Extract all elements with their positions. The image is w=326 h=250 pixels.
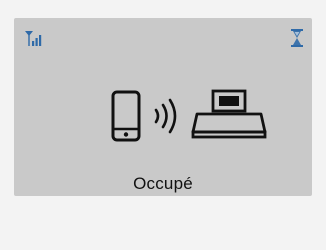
connection-graphic <box>14 86 312 166</box>
hourglass-icon <box>291 29 303 47</box>
photo-printer-icon <box>191 89 267 139</box>
wireless-waves-icon <box>154 98 177 134</box>
signal-strength-icon <box>25 31 42 46</box>
status-text: Occupé <box>133 174 193 193</box>
lcd-screen: Occupé <box>14 18 312 196</box>
smartphone-icon <box>111 90 141 142</box>
